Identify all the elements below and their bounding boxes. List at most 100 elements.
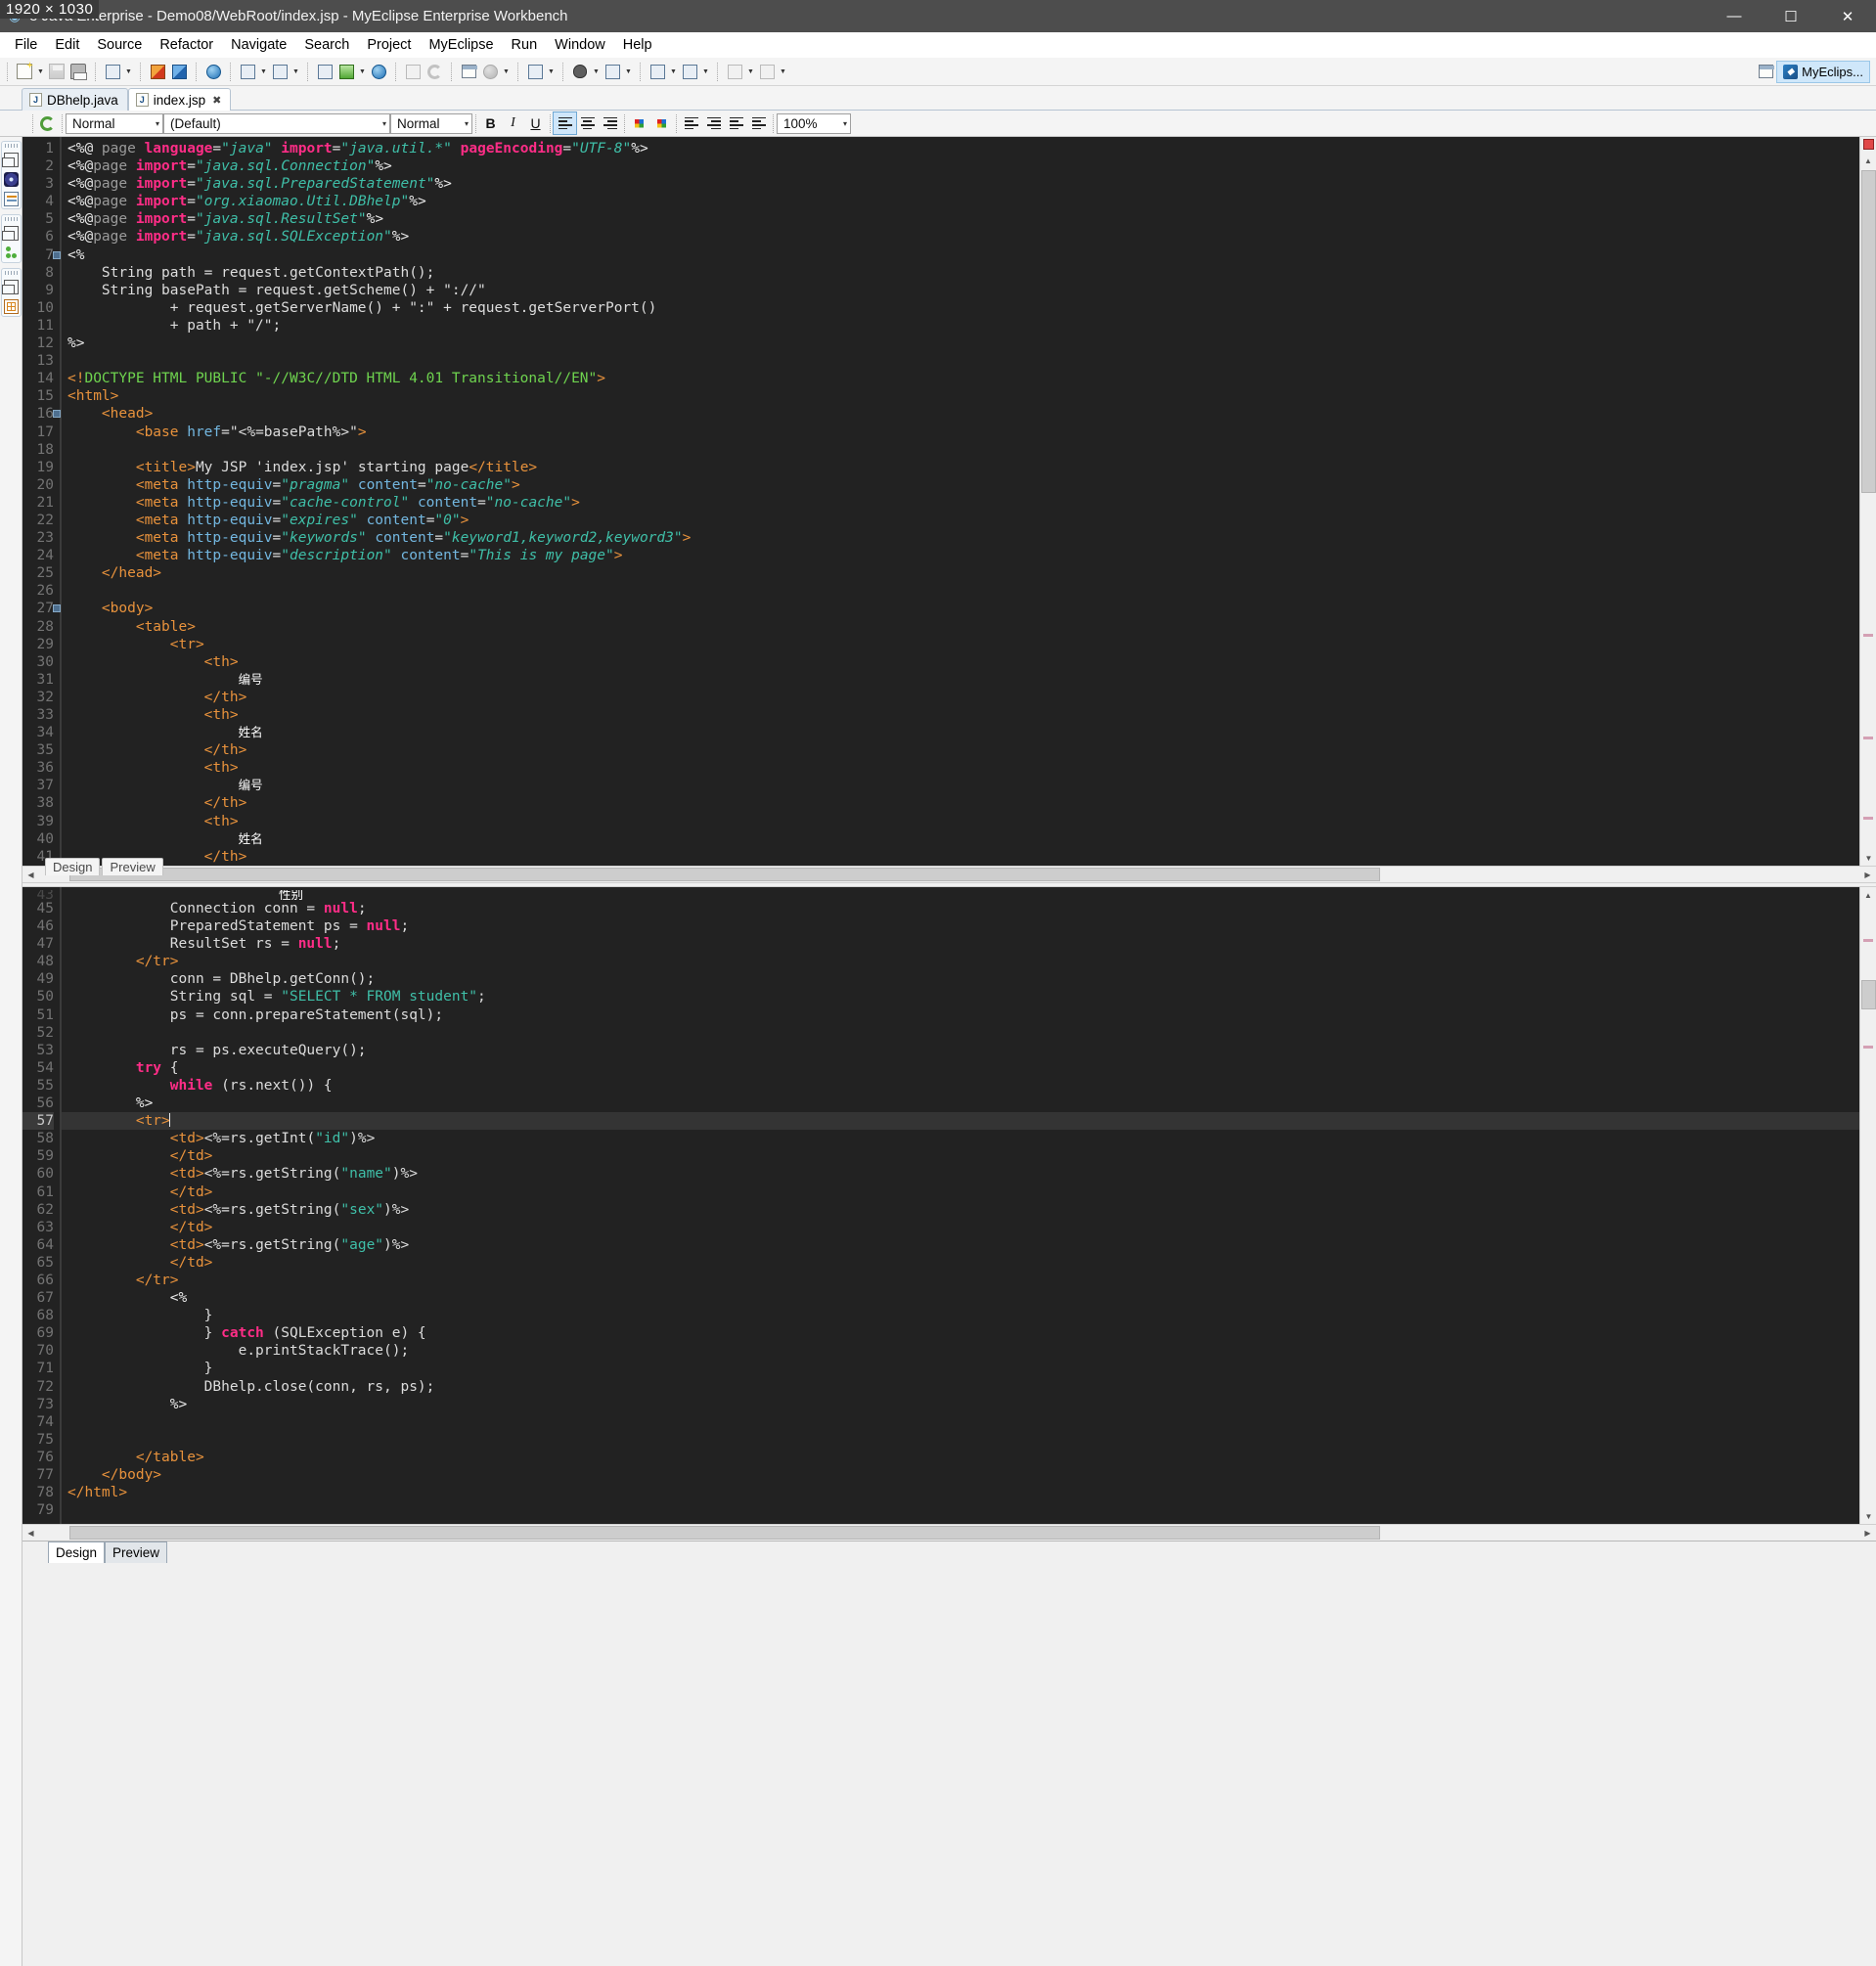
menu-refactor[interactable]: Refactor [151,35,222,55]
menu-edit[interactable]: Edit [46,35,88,55]
profile-dropdown[interactable]: ▼ [623,61,634,82]
code-line[interactable]: <%@page import="java.sql.PreparedStateme… [62,175,1859,193]
capture-button[interactable] [524,61,546,82]
code-line[interactable]: <td><%=rs.getString("name")%> [62,1165,1859,1183]
run-dropdown[interactable]: ▼ [357,61,368,82]
code-line[interactable]: DBhelp.close(conn, rs, ps); [62,1378,1859,1396]
scroll-left-arrow[interactable]: ◀ [22,1529,39,1538]
code-line[interactable]: <% [62,1289,1859,1307]
code-line[interactable]: <td><%=rs.getString("sex")%> [62,1201,1859,1219]
scroll-thumb[interactable] [1861,170,1876,493]
zoom-select[interactable]: 100% ▾ [777,112,851,134]
code-line[interactable]: %> [62,1095,1859,1112]
code-line[interactable]: 姓名 [62,830,1859,848]
code-line[interactable]: </body> [62,1466,1859,1484]
tab-preview[interactable]: Preview [105,1542,168,1563]
code-line[interactable]: <body> [62,600,1859,617]
scroll-up-arrow[interactable]: ▲ [1860,887,1876,903]
code-line[interactable]: } [62,1307,1859,1324]
undeploy-button[interactable] [168,61,190,82]
code-line[interactable]: } [62,1360,1859,1377]
code-line[interactable]: <meta http-equiv="cache-control" content… [62,494,1859,512]
perspective-myeclipse[interactable]: ◆ MyEclips... [1776,60,1870,83]
code-line[interactable]: %> [62,335,1859,352]
code-line[interactable]: <%@page import="java.sql.Connection"%> [62,157,1859,175]
code-line[interactable]: <meta http-equiv="keywords" content="key… [62,529,1859,547]
misc1-button[interactable] [647,61,668,82]
overview-marker[interactable] [1863,939,1873,942]
code-line[interactable]: <%@page import="java.sql.ResultSet"%> [62,210,1859,228]
hidden-tab-preview[interactable]: Preview [102,858,163,875]
vertical-scrollbar-top[interactable]: ▲ ▼ [1859,137,1876,866]
bold-button[interactable]: B [479,112,502,134]
horizontal-scrollbar-bottom[interactable]: ◀ ▶ [22,1524,1876,1541]
code-line[interactable]: e.printStackTrace(); [62,1342,1859,1360]
code-line-clipped[interactable]: 性别 [62,890,1859,900]
code-line[interactable]: </td> [62,1254,1859,1272]
align-left-button[interactable] [553,112,577,135]
scroll-thumb[interactable] [1861,980,1876,1009]
search-ref-dropdown[interactable]: ▼ [501,61,512,82]
code-line[interactable]: 编号 [62,777,1859,794]
indent-more-button[interactable] [680,112,702,134]
italic-button[interactable]: I [502,112,524,134]
misc2-dropdown[interactable]: ▼ [700,61,711,82]
tab-dbhelp-java[interactable]: J DBhelp.java [22,88,128,111]
code-line[interactable]: </th> [62,848,1859,866]
minimize-button[interactable]: — [1706,0,1763,32]
fold-toggle-icon[interactable] [53,250,61,259]
quick-access-dropdown[interactable]: ▼ [123,61,134,82]
open-browser-button[interactable] [368,61,389,82]
code-line[interactable]: <th> [62,706,1859,724]
code-line[interactable]: <td><%=rs.getString("age")%> [62,1236,1859,1254]
menu-help[interactable]: Help [614,35,661,55]
code-line[interactable]: </th> [62,741,1859,759]
code-line[interactable] [62,441,1859,459]
code-line[interactable]: <td><%=rs.getInt("id")%> [62,1130,1859,1147]
code-line[interactable]: Connection conn = null; [62,900,1859,917]
code-line[interactable]: <title>My JSP 'index.jsp' starting page<… [62,459,1859,476]
code-line[interactable]: <meta http-equiv="expires" content="0"> [62,512,1859,529]
overview-marker[interactable] [1863,634,1873,637]
code-line[interactable]: </td> [62,1184,1859,1201]
code-line[interactable]: </head> [62,564,1859,582]
scroll-up-arrow[interactable]: ▲ [1860,153,1876,168]
tab-index-jsp[interactable]: J index.jsp ✖ [127,88,232,111]
code-line[interactable]: 姓名 [62,724,1859,741]
menu-myeclipse[interactable]: MyEclipse [420,35,502,55]
overview-marker[interactable] [1863,817,1873,820]
paragraph-style-select[interactable]: Normal ▾ [66,112,163,134]
code-line[interactable]: <%@page import="org.xiaomao.Util.DBhelp"… [62,193,1859,210]
outline-card-icon[interactable] [3,192,19,206]
code-line[interactable]: ps = conn.prepareStatement(sql); [62,1006,1859,1024]
report-button[interactable] [458,61,479,82]
tab-design[interactable]: Design [48,1542,106,1563]
restore-icon[interactable] [1,153,19,167]
code-line[interactable]: <html> [62,387,1859,405]
overview-marker[interactable] [1863,737,1873,739]
scroll-left-arrow[interactable]: ◀ [22,871,39,879]
code-line[interactable]: <% [62,246,1859,264]
rail-grip[interactable] [4,144,18,148]
code-line[interactable]: <!DOCTYPE HTML PUBLIC "-//W3C//DTD HTML … [62,370,1859,387]
misc2-button[interactable] [679,61,700,82]
overview-marker[interactable] [1863,1046,1873,1049]
validate-button[interactable] [402,61,424,82]
code-line[interactable]: <tr> [62,636,1859,653]
external-tools-button[interactable] [569,61,591,82]
back-button[interactable] [724,61,745,82]
code-line[interactable]: </td> [62,1147,1859,1165]
underline-button[interactable]: U [524,112,547,134]
new-class-button[interactable] [269,61,290,82]
fold-toggle-icon[interactable] [53,604,61,613]
code-line[interactable] [62,1413,1859,1431]
code-line[interactable] [62,352,1859,370]
grid-icon[interactable] [3,299,19,314]
external-tools-dropdown[interactable]: ▼ [591,61,602,82]
refresh-button[interactable] [424,61,445,82]
menu-file[interactable]: File [6,35,46,55]
code-line[interactable]: <th> [62,653,1859,671]
deploy-button[interactable] [147,61,168,82]
menu-navigate[interactable]: Navigate [222,35,295,55]
forward-dropdown[interactable]: ▼ [778,61,788,82]
